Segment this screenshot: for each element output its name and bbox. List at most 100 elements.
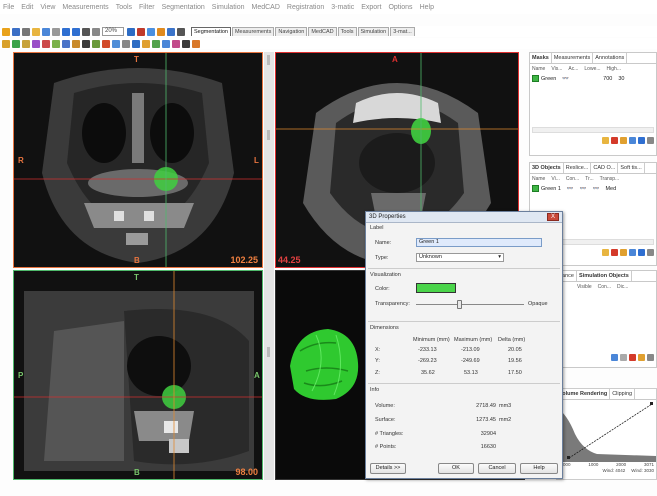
ruler-icon[interactable] [182, 39, 190, 48]
menu-segmentation[interactable]: Segmentation [162, 4, 205, 11]
split-icon[interactable] [172, 39, 180, 48]
zoom-fit-icon[interactable] [127, 27, 135, 36]
zoom-in-icon[interactable] [92, 27, 100, 36]
splitter-grip[interactable] [267, 55, 270, 65]
menu-registration[interactable]: Registration [287, 4, 324, 11]
object-row[interactable]: Green 1 👓 👓 👓 Med [530, 184, 656, 193]
more-icon[interactable] [647, 354, 654, 361]
tab-measurements[interactable]: Measurements [231, 27, 275, 36]
tab-simulation-objects[interactable]: Simulation Objects [577, 271, 632, 281]
mask-row[interactable]: Green 👓 700 30 [530, 74, 656, 83]
column-header[interactable]: Con... [566, 176, 579, 182]
new-project-icon[interactable] [2, 27, 10, 36]
window-icon[interactable] [147, 27, 155, 36]
smooth-icon[interactable] [122, 39, 130, 48]
column-header[interactable]: Name [532, 66, 545, 72]
reduce-icon[interactable] [132, 39, 140, 48]
new-object-icon[interactable] [602, 249, 609, 256]
fill-holes-icon[interactable] [62, 39, 70, 48]
calculate-3d-icon[interactable] [102, 39, 110, 48]
record-icon[interactable] [157, 27, 165, 36]
undo-icon[interactable] [62, 27, 70, 36]
details-button[interactable]: Details >> [370, 463, 406, 474]
paste-icon[interactable] [52, 27, 60, 36]
menu-measurements[interactable]: Measurements [62, 4, 108, 11]
delete-icon[interactable] [611, 137, 618, 144]
menu-help[interactable]: Help [420, 4, 434, 11]
name-input[interactable]: Green 1 [416, 238, 542, 247]
column-header[interactable]: Name [532, 176, 545, 182]
menu-simulation[interactable]: Simulation [212, 4, 245, 11]
cavity-fill-icon[interactable] [162, 39, 170, 48]
pen-icon[interactable] [192, 39, 200, 48]
wrap-icon[interactable] [112, 39, 120, 48]
more-icon[interactable] [647, 137, 654, 144]
copy-icon[interactable] [42, 27, 50, 36]
column-header[interactable]: Visible [577, 284, 592, 290]
color-swatch[interactable] [416, 283, 456, 293]
dynamic-region-icon[interactable] [152, 39, 160, 48]
dialog-title-bar[interactable]: 3D Properties X [366, 212, 562, 223]
delete-icon[interactable] [611, 249, 618, 256]
duplicate-icon[interactable] [620, 249, 627, 256]
tab-cad-objects[interactable]: CAD O... [591, 163, 619, 173]
glasses-icon[interactable]: 👓 [567, 186, 574, 192]
vertical-splitter[interactable] [264, 52, 274, 480]
contour-icon[interactable]: 👓 [580, 186, 587, 192]
viewport-coronal[interactable]: T R L B 102.25 [13, 52, 263, 268]
menu-export[interactable]: Export [361, 4, 381, 11]
menu-3matic[interactable]: 3-matic [331, 4, 354, 11]
print-icon[interactable] [22, 27, 30, 36]
column-header[interactable]: High... [607, 66, 621, 72]
copy-icon[interactable] [620, 354, 627, 361]
split-mask-icon[interactable] [92, 39, 100, 48]
tab-soft-tissue[interactable]: Soft tis... [618, 163, 645, 173]
menu-medcad[interactable]: MedCAD [251, 4, 279, 11]
tab-tools[interactable]: Tools [337, 27, 357, 36]
splitter-grip[interactable] [267, 130, 270, 140]
tab-simulation[interactable]: Simulation [357, 27, 390, 36]
save-icon[interactable] [12, 27, 20, 36]
smart-fill-icon[interactable] [82, 39, 90, 48]
duplicate-icon[interactable] [620, 137, 627, 144]
column-header[interactable]: Transp... [600, 176, 620, 182]
tab-3d-objects[interactable]: 3D Objects [530, 163, 564, 173]
multiple-slice-edit-icon[interactable] [32, 39, 40, 48]
tab-reslice[interactable]: Reslice... [564, 163, 592, 173]
glasses-icon[interactable]: 👓 [562, 76, 569, 82]
tab-navigation[interactable]: Navigation [275, 27, 308, 36]
properties-icon[interactable] [638, 354, 645, 361]
layout-icon[interactable] [177, 27, 185, 36]
close-button[interactable]: X [547, 213, 559, 221]
histogram-plot[interactable] [557, 400, 656, 462]
menu-options[interactable]: Options [388, 4, 412, 11]
tab-annotations[interactable]: Annotations [593, 53, 628, 63]
export-icon[interactable] [638, 249, 645, 256]
menu-filter[interactable]: Filter [139, 4, 155, 11]
tab-volume-rendering[interactable]: Volume Rendering [557, 389, 611, 399]
cancel-button[interactable]: Cancel [478, 463, 516, 474]
menu-tools[interactable]: Tools [116, 4, 132, 11]
crop-mask-icon[interactable] [72, 39, 80, 48]
column-header[interactable]: Tr... [585, 176, 593, 182]
transparency-slider[interactable] [456, 300, 462, 309]
contour-icon[interactable] [142, 39, 150, 48]
measure-icon[interactable] [137, 27, 145, 36]
delete-icon[interactable] [629, 354, 636, 361]
pan-icon[interactable] [82, 27, 90, 36]
tab-measurements-panel[interactable]: Measurements [552, 53, 594, 63]
threshold-icon[interactable] [2, 39, 10, 48]
column-header[interactable]: Con... [598, 284, 611, 290]
new-mask-icon[interactable] [602, 137, 609, 144]
tab-medcad[interactable]: MedCAD [308, 27, 337, 36]
boolean-icon[interactable] [42, 39, 50, 48]
region-grow-icon[interactable] [12, 39, 20, 48]
splitter-grip[interactable] [267, 347, 270, 357]
column-header[interactable]: Ac... [568, 66, 578, 72]
zoom-select[interactable]: 20% [102, 27, 124, 36]
ok-button[interactable]: OK [438, 463, 474, 474]
type-select[interactable]: Unknown ▾ [416, 253, 504, 262]
help-button[interactable]: Help [520, 463, 558, 474]
menu-edit[interactable]: Edit [21, 4, 33, 11]
viewport-sagittal[interactable]: T P A B 98.00 [13, 270, 263, 480]
